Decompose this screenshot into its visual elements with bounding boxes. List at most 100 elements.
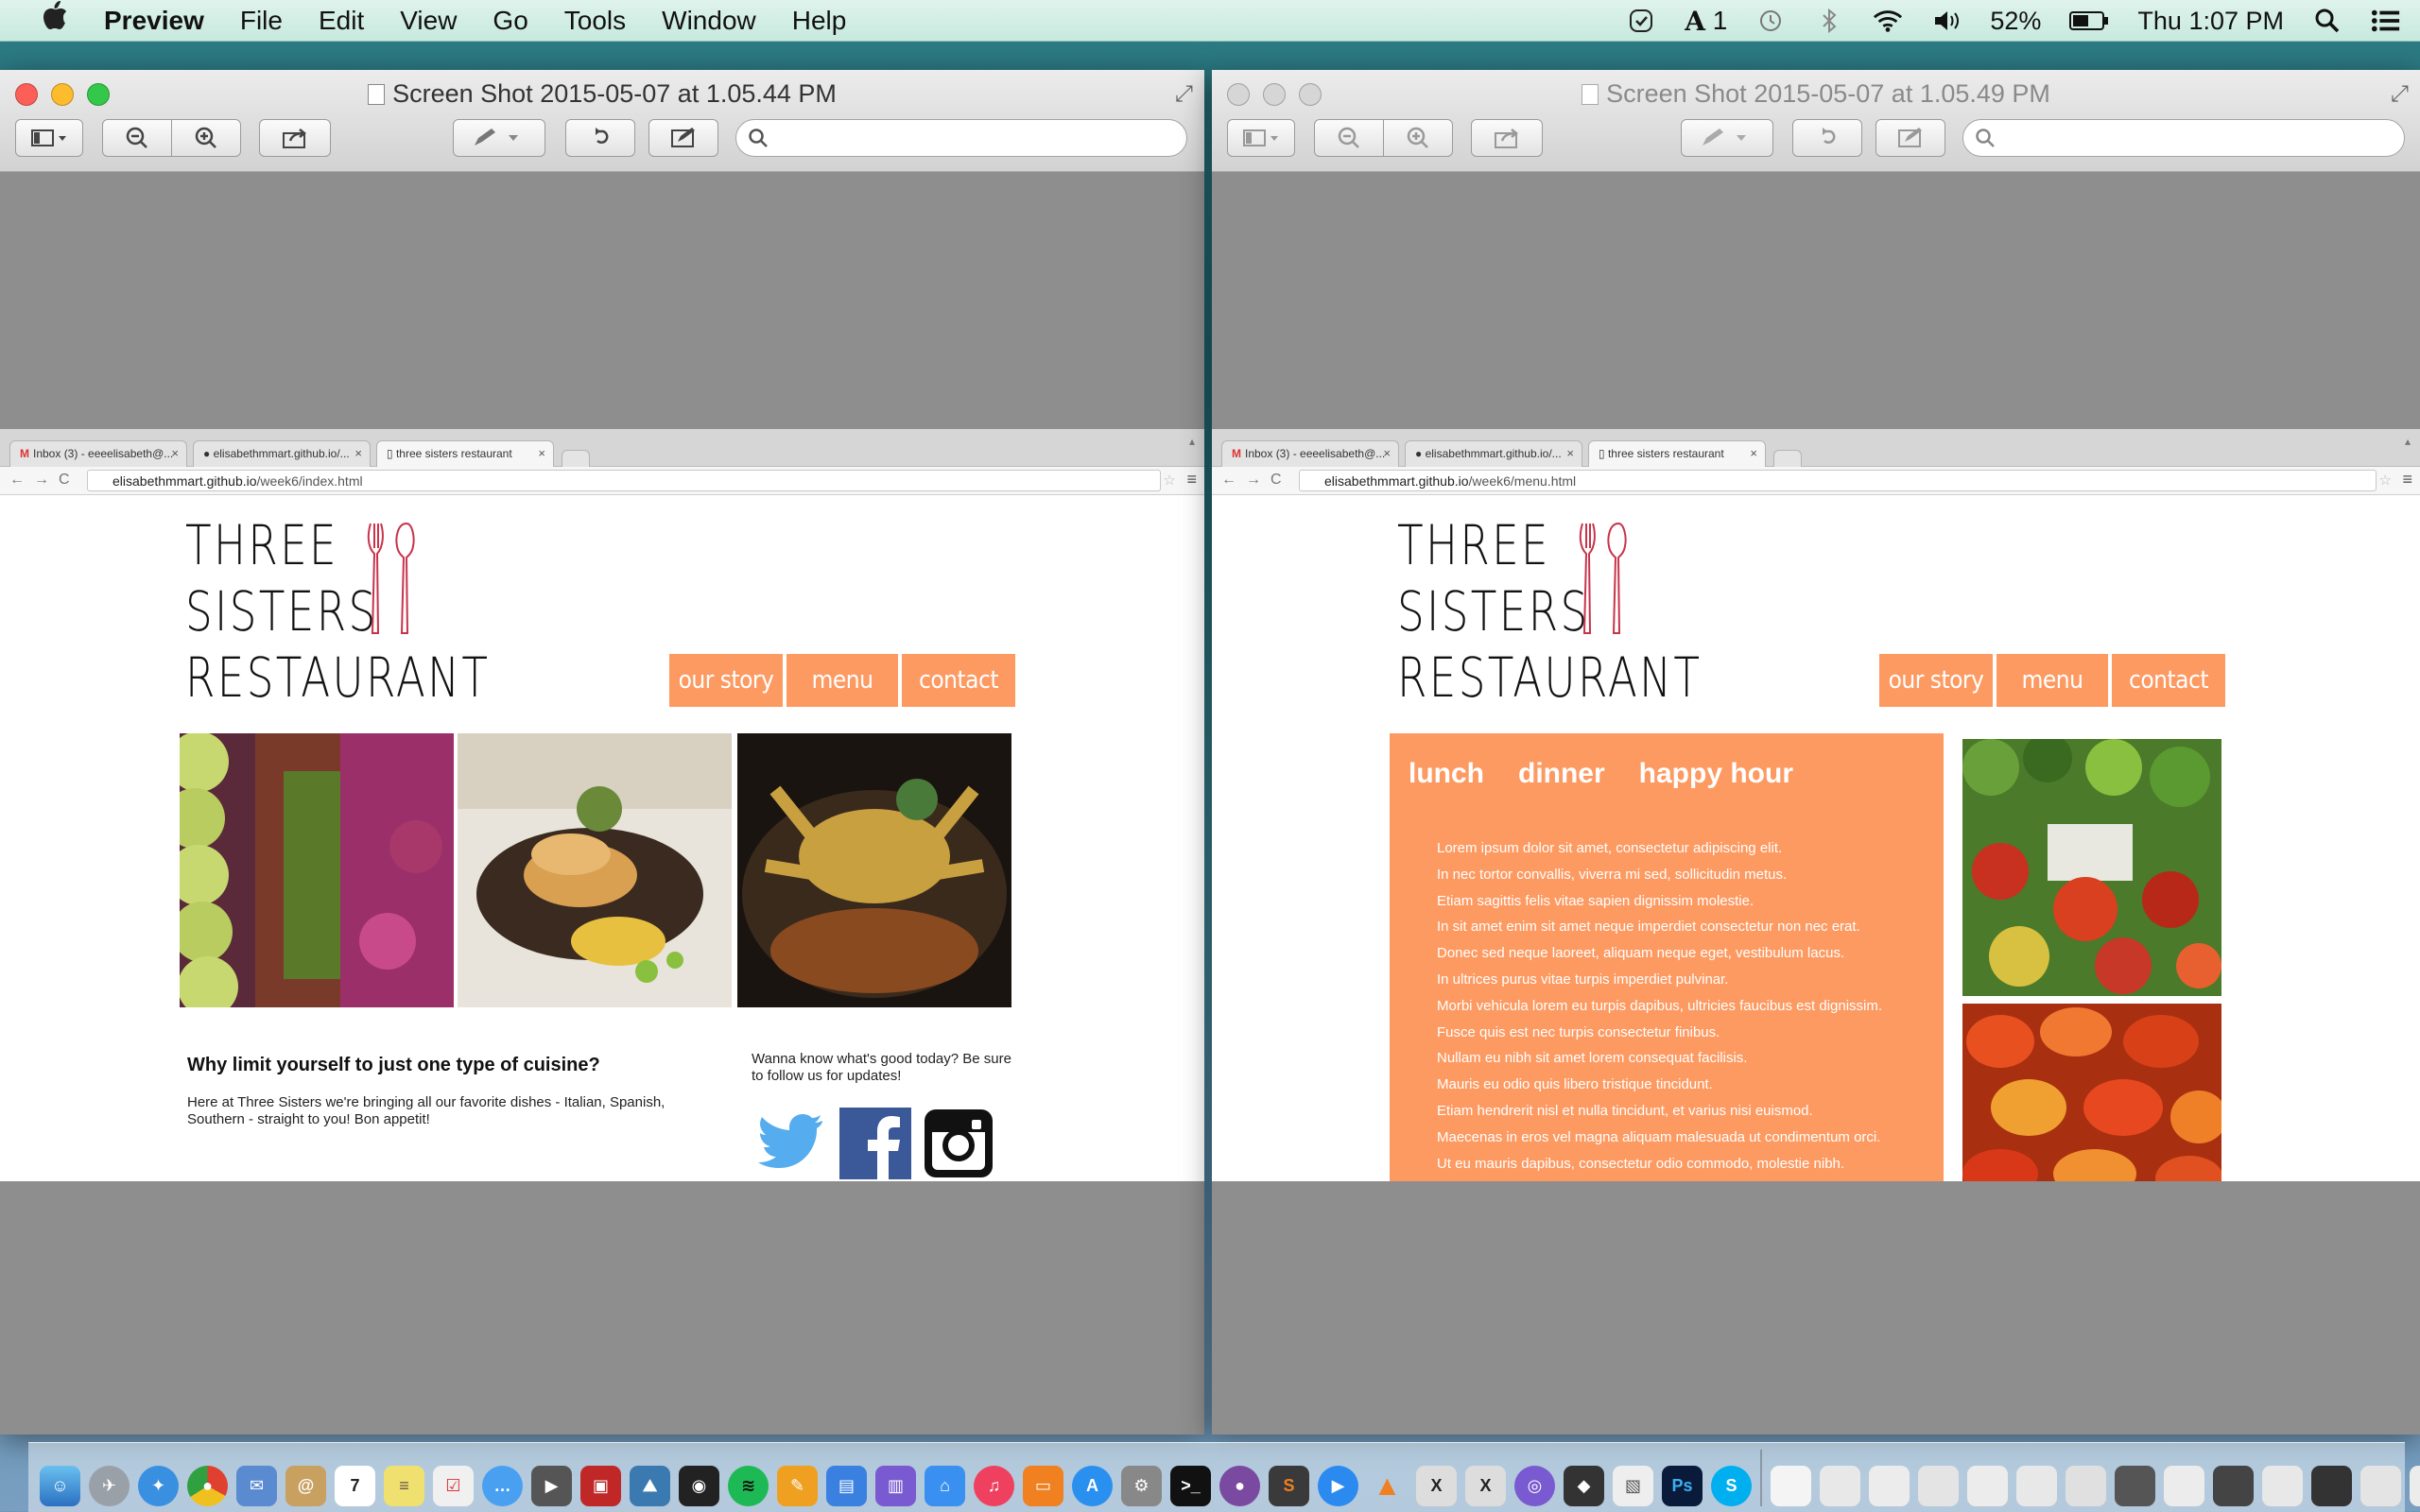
pages-icon[interactable]: ✎: [777, 1466, 818, 1506]
screenshot-thumb-icon[interactable]: [1869, 1466, 1910, 1506]
mail-icon[interactable]: ✉: [236, 1466, 277, 1506]
keynote-icon[interactable]: ▤: [826, 1466, 867, 1506]
inkscape-icon[interactable]: ◆: [1564, 1466, 1604, 1506]
skype-icon[interactable]: S: [1711, 1466, 1752, 1506]
adobe-icon[interactable]: A 1: [1685, 6, 1727, 37]
screenshot-thumb-icon[interactable]: [2311, 1466, 2352, 1506]
menu-view[interactable]: View: [400, 6, 457, 36]
chrome-icon[interactable]: ●: [187, 1466, 228, 1506]
menu-window[interactable]: Window: [662, 6, 756, 36]
menu-item: Morbi vehicula lorem eu turpis dapibus, …: [1437, 997, 1883, 1014]
menu-tabs: lunch dinner happy hour: [1409, 758, 1793, 790]
notes-icon[interactable]: ≡: [384, 1466, 424, 1506]
sidebar-toggle-button[interactable]: [15, 119, 83, 157]
screenshot-thumb-icon[interactable]: [2016, 1466, 2057, 1506]
browser-tab-three-sisters: ▯ three sisters restaurant ×: [1588, 440, 1766, 467]
window-title-text: Screen Shot 2015-05-07 at 1.05.44 PM: [392, 79, 837, 108]
notification-center-icon[interactable]: [2371, 7, 2401, 35]
photoshop-icon[interactable]: Ps: [1662, 1466, 1703, 1506]
fullscreen-icon[interactable]: ⤢: [1175, 81, 1193, 108]
iphoto-icon[interactable]: ⛰: [630, 1466, 670, 1506]
reminders-icon[interactable]: ☑: [433, 1466, 474, 1506]
app-menu-preview[interactable]: Preview: [104, 6, 204, 36]
share-button[interactable]: [1471, 119, 1543, 157]
nav-arrows-icon: ←→C: [1221, 472, 1291, 488]
app-store-icon[interactable]: A: [1072, 1466, 1113, 1506]
screenshot-thumb-icon[interactable]: [2066, 1466, 2106, 1506]
screenshot-thumb-icon[interactable]: [2410, 1466, 2420, 1506]
screenshot-thumb-icon[interactable]: [1918, 1466, 1959, 1506]
preview-app-icon[interactable]: ▧: [1613, 1466, 1653, 1506]
tab-close-icon: ×: [171, 446, 179, 460]
tab-close-icon: ×: [1750, 446, 1757, 460]
battery-percent[interactable]: 52%: [1990, 7, 2041, 36]
terminal-icon[interactable]: >_: [1170, 1466, 1211, 1506]
tab-close-icon: ×: [354, 446, 362, 460]
tor-browser-icon[interactable]: ◎: [1514, 1466, 1555, 1506]
search-input[interactable]: [2003, 127, 2347, 149]
screenshot-thumb-icon[interactable]: [1967, 1466, 2008, 1506]
document-icon[interactable]: [1771, 1466, 1811, 1506]
menu-help[interactable]: Help: [792, 6, 847, 36]
sublime-text-icon[interactable]: S: [1269, 1466, 1309, 1506]
spotlight-search-icon[interactable]: [2312, 7, 2342, 35]
zoom-out-button[interactable]: [102, 119, 172, 157]
checklist-icon[interactable]: [1626, 7, 1656, 35]
new-tab-button: [1773, 450, 1802, 467]
volume-icon[interactable]: [1931, 7, 1962, 35]
photo-booth-icon[interactable]: ▣: [580, 1466, 621, 1506]
fullscreen-icon[interactable]: ⤢: [2391, 81, 2409, 108]
numbers-icon[interactable]: ▥: [875, 1466, 916, 1506]
launchpad-icon[interactable]: ✈: [89, 1466, 130, 1506]
finder-icon[interactable]: ☺: [40, 1466, 80, 1506]
zoom-in-button[interactable]: [171, 119, 241, 157]
ibooks-icon[interactable]: ▭: [1023, 1466, 1063, 1506]
menu-edit[interactable]: Edit: [319, 6, 364, 36]
x11-icon[interactable]: X: [1416, 1466, 1457, 1506]
facetime-icon[interactable]: ▶: [531, 1466, 572, 1506]
search-input[interactable]: [776, 127, 1128, 149]
wifi-icon[interactable]: [1873, 7, 1903, 35]
github-desktop-icon[interactable]: ●: [1219, 1466, 1260, 1506]
screenshot-thumb-icon[interactable]: [2213, 1466, 2254, 1506]
spotify-icon[interactable]: ≋: [728, 1466, 769, 1506]
messages-icon[interactable]: …: [482, 1466, 523, 1506]
xquartz-icon[interactable]: X: [1465, 1466, 1506, 1506]
menu-go[interactable]: Go: [493, 6, 527, 36]
screenshot-thumb-icon[interactable]: [1820, 1466, 1860, 1506]
screenshot-thumb-icon[interactable]: [2115, 1466, 2155, 1506]
search-field[interactable]: [1962, 119, 2405, 157]
zoom-out-button[interactable]: [1314, 119, 1384, 157]
safari-icon[interactable]: ✦: [138, 1466, 179, 1506]
edit-toolbar-button[interactable]: [648, 119, 718, 157]
time-machine-icon[interactable]: [1755, 7, 1786, 35]
apple-menu-icon[interactable]: [34, 0, 76, 41]
bluetooth-icon[interactable]: [1814, 7, 1844, 35]
keynote-podium-icon[interactable]: ⌂: [925, 1466, 965, 1506]
markup-button[interactable]: [1681, 119, 1773, 157]
screenshot-thumb-icon[interactable]: [2360, 1466, 2401, 1506]
edit-toolbar-button[interactable]: [1876, 119, 1945, 157]
web-page-menu: THREE SISTERS RESTAURANT our story menu …: [1212, 495, 2420, 1181]
share-button[interactable]: [259, 119, 331, 157]
image-capture-icon[interactable]: ◉: [679, 1466, 719, 1506]
rotate-button[interactable]: [1792, 119, 1862, 157]
vlc-icon[interactable]: ▲: [1367, 1466, 1408, 1506]
battery-icon[interactable]: [2069, 7, 2109, 35]
itunes-icon[interactable]: ♫: [974, 1466, 1014, 1506]
menu-file[interactable]: File: [240, 6, 283, 36]
screenshot-thumb-icon[interactable]: [2164, 1466, 2204, 1506]
site-logo: THREE SISTERS RESTAURANT: [185, 512, 488, 711]
clock[interactable]: Thu 1:07 PM: [2137, 7, 2284, 36]
calendar-icon[interactable]: 7: [335, 1466, 375, 1506]
zoom-in-button[interactable]: [1383, 119, 1453, 157]
zoom-app-icon[interactable]: ▶: [1318, 1466, 1358, 1506]
search-field[interactable]: [735, 119, 1187, 157]
system-preferences-icon[interactable]: ⚙: [1121, 1466, 1162, 1506]
screenshot-thumb-icon[interactable]: [2262, 1466, 2303, 1506]
markup-button[interactable]: [453, 119, 545, 157]
rotate-button[interactable]: [565, 119, 635, 157]
sidebar-toggle-button[interactable]: [1227, 119, 1295, 157]
menu-tools[interactable]: Tools: [564, 6, 626, 36]
contacts-icon[interactable]: @: [285, 1466, 326, 1506]
